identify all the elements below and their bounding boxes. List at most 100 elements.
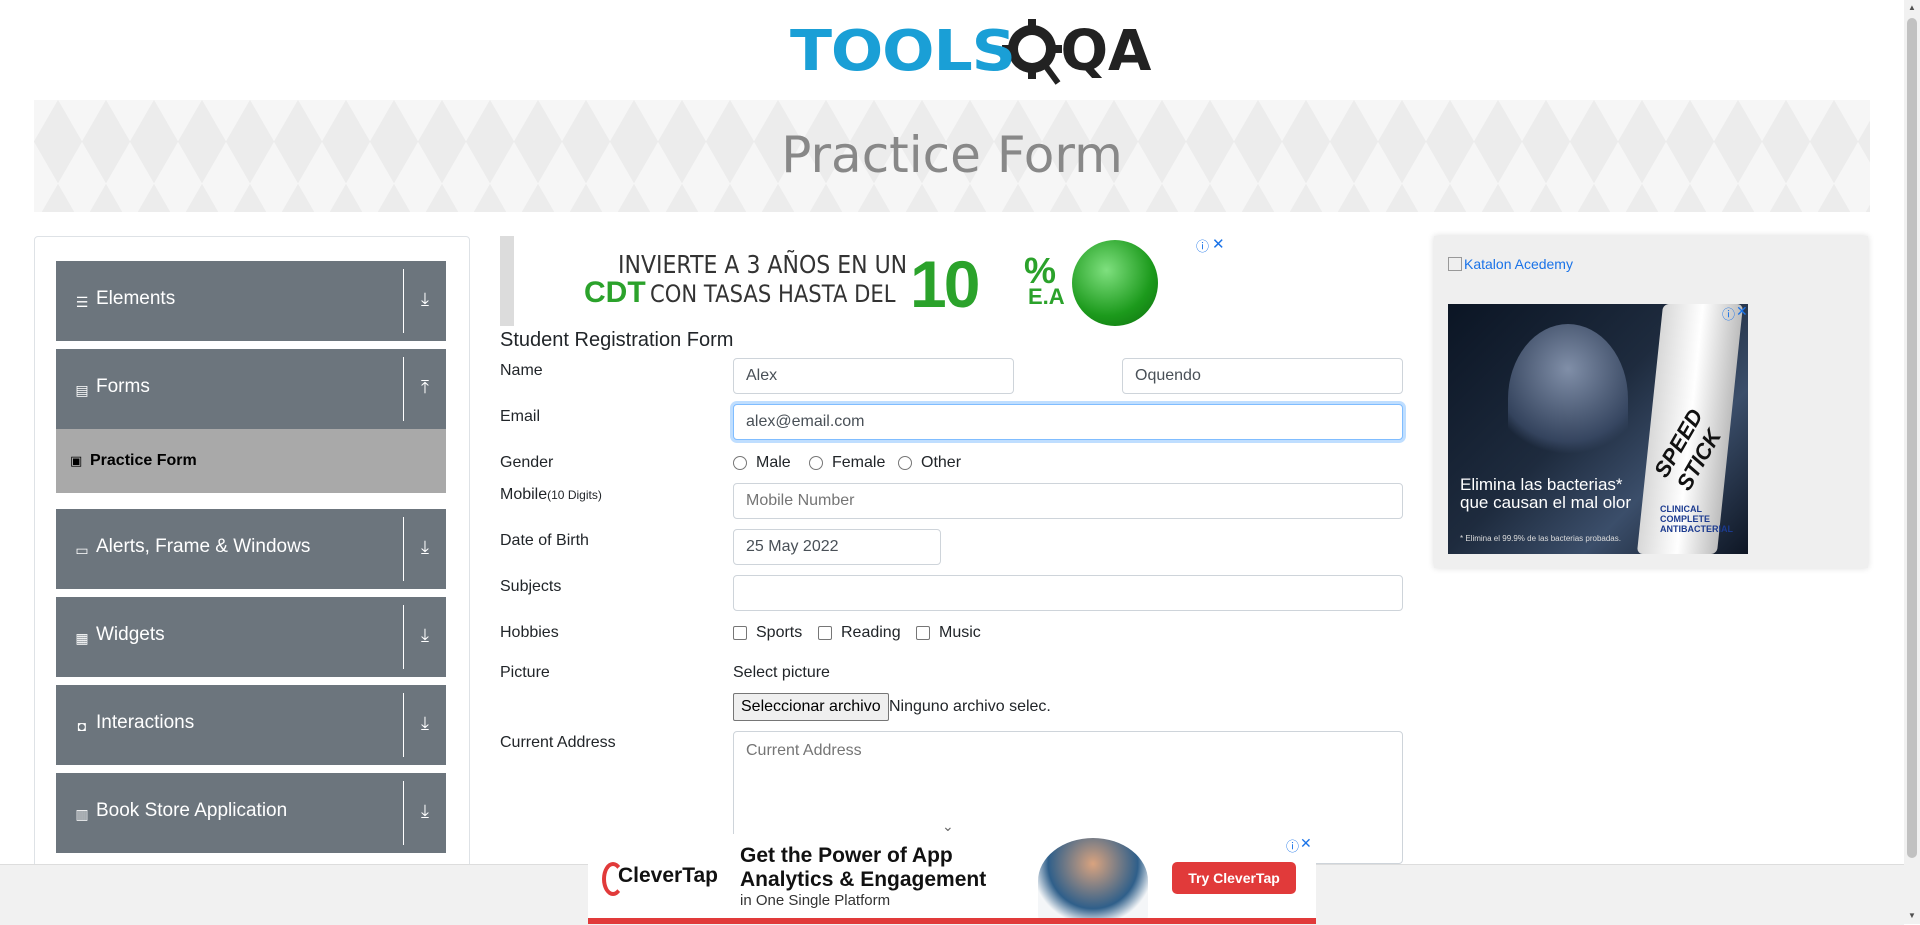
ad-disclaimer-stripe xyxy=(500,236,514,326)
sidebar-group-label: Interactions xyxy=(96,712,195,733)
sidebar-group-label: Alerts, Frame & Windows xyxy=(96,536,311,557)
scrollbar-thumb[interactable] xyxy=(1907,18,1917,858)
divider xyxy=(403,269,404,333)
right-side-ad[interactable]: Katalon Acedemy SPEED STICK CLINICAL COM… xyxy=(1434,236,1868,568)
hobby-checkbox-sports[interactable]: Sports xyxy=(733,624,802,642)
first-name-input[interactable]: Alex xyxy=(733,358,1014,394)
clevertap-logo-text: CleverTap xyxy=(618,864,718,887)
radio-label: Male xyxy=(756,454,791,471)
document-icon: ▤ xyxy=(75,381,89,398)
hobby-checkbox-reading[interactable]: Reading xyxy=(818,624,901,642)
radio-circle[interactable] xyxy=(898,456,912,470)
sidebar: ☰ Elements ⤓ ▤ Forms ⤒ ▣ Practice Form ▭… xyxy=(34,236,470,898)
address-label: Current Address xyxy=(500,734,616,751)
ad-info-icon[interactable]: ⓘ xyxy=(1722,304,1735,323)
page-header-banner: Practice Form xyxy=(34,100,1870,212)
email-input[interactable]: alex@email.com xyxy=(733,404,1403,440)
checkbox-box[interactable] xyxy=(733,626,747,640)
mobile-label-text: Mobile xyxy=(500,486,548,503)
name-label: Name xyxy=(500,362,543,379)
divider xyxy=(403,357,404,421)
ad-headline: Get the Power of App Analytics & Engagem… xyxy=(740,844,987,891)
ad-close-icon[interactable]: ✕ xyxy=(1300,835,1312,852)
toolsqa-logo[interactable]: TOOLS QA xyxy=(790,14,1151,90)
katalon-ad-link[interactable]: Katalon Acedemy xyxy=(1448,256,1573,272)
ad-ea: E.A xyxy=(1028,284,1065,309)
sidebar-group-alerts[interactable]: ▭ Alerts, Frame & Windows ⤓ xyxy=(56,509,446,589)
ad-close-icon[interactable]: ✕ xyxy=(1736,303,1748,320)
checkbox-box[interactable] xyxy=(916,626,930,640)
window-icon: ▭ xyxy=(75,541,89,558)
sidebar-group-forms[interactable]: ▤ Forms ⤒ xyxy=(56,349,446,429)
divider xyxy=(403,605,404,669)
tagline-line-1: Elimina las bacterias* xyxy=(1460,475,1623,494)
ad-info-icon[interactable]: ⓘ xyxy=(1196,236,1209,255)
product-text: CLINICAL COMPLETE ANTIBACTERIAL xyxy=(1660,504,1733,534)
sidebar-item-practice-form[interactable]: ▣ Practice Form xyxy=(56,429,446,493)
divider xyxy=(403,693,404,757)
dob-input[interactable]: 25 May 2022 xyxy=(733,529,941,565)
checkbox-label: Music xyxy=(939,624,981,641)
subjects-label: Subjects xyxy=(500,578,562,595)
try-clevertap-button[interactable]: Try CleverTap xyxy=(1172,862,1296,894)
ad-close-icon[interactable]: ✕ xyxy=(1212,235,1225,253)
divider xyxy=(403,517,404,581)
sidebar-item-label: Practice Form xyxy=(90,452,197,469)
sidebar-group-label: Book Store Application xyxy=(96,800,288,821)
interactions-icon: ◘ xyxy=(77,718,87,734)
download-icon[interactable]: ⤓ xyxy=(412,289,438,313)
file-status: Ninguno archivo selec. xyxy=(889,698,1051,715)
divider xyxy=(403,781,404,845)
hobby-checkbox-music[interactable]: Music xyxy=(916,624,981,642)
logo-text-qa: QA xyxy=(1060,19,1152,84)
ad-info-icon[interactable]: ⓘ xyxy=(1286,836,1299,855)
top-banner-ad[interactable]: INVIERTE A 3 AÑOS EN UN CDT CON TASAS HA… xyxy=(500,236,1228,326)
gender-radio-female[interactable]: Female xyxy=(809,454,885,472)
person-with-laptop-image xyxy=(1038,838,1148,924)
sidebar-group-widgets[interactable]: ▦ Widgets ⤓ xyxy=(56,597,446,677)
sidebar-group-label: Widgets xyxy=(96,624,165,645)
download-icon[interactable]: ⤓ xyxy=(412,625,438,649)
sidebar-group-book-store[interactable]: ▥ Book Store Application ⤓ xyxy=(56,773,446,853)
radio-circle[interactable] xyxy=(733,456,747,470)
scroll-up-icon[interactable]: ▲ xyxy=(1904,0,1920,16)
sidebar-group-elements[interactable]: ☰ Elements ⤓ xyxy=(56,261,446,341)
checkbox-label: Sports xyxy=(756,624,803,641)
tagline-line-2: que causan el mal olor xyxy=(1460,493,1632,512)
speed-stick-ad-image[interactable]: SPEED STICK CLINICAL COMPLETE ANTIBACTER… xyxy=(1448,304,1748,554)
ad-subheadline: in One Single Platform xyxy=(740,892,891,909)
sidebar-group-interactions[interactable]: ◘ Interactions ⤓ xyxy=(56,685,446,765)
gender-radio-male[interactable]: Male xyxy=(733,454,791,472)
picture-label: Picture xyxy=(500,664,550,681)
sidebar-group-label: Forms xyxy=(96,376,150,397)
bottom-banner-ad[interactable]: CleverTap Get the Power of App Analytics… xyxy=(588,834,1316,924)
ad-line-2: CON TASAS HASTA DEL xyxy=(650,280,896,308)
choose-file-button[interactable]: Seleccionar archivo xyxy=(733,693,889,721)
download-icon[interactable]: ⤓ xyxy=(412,713,438,737)
ad-cdt: CDT xyxy=(584,276,646,309)
last-name-input[interactable]: Oquendo xyxy=(1122,358,1403,394)
upload-icon[interactable]: ⤒ xyxy=(412,377,438,401)
radio-circle[interactable] xyxy=(809,456,823,470)
form-icon: ▣ xyxy=(70,453,83,468)
scroll-down-icon[interactable]: ▼ xyxy=(1904,908,1920,924)
checkbox-box[interactable] xyxy=(818,626,832,640)
chevron-down-icon[interactable]: ⌄ xyxy=(942,818,954,835)
page-scrollbar[interactable]: ▲ ▼ xyxy=(1904,0,1920,924)
page-title: Practice Form xyxy=(781,126,1123,184)
mobile-input[interactable]: Mobile Number xyxy=(733,483,1403,519)
books-icon: ▥ xyxy=(75,805,89,822)
gender-radio-other[interactable]: Other xyxy=(898,454,961,472)
logo-text-tools: TOOLS xyxy=(790,19,1016,84)
download-icon[interactable]: ⤓ xyxy=(412,801,438,825)
grid-icon: ▦ xyxy=(75,629,89,646)
subjects-input[interactable] xyxy=(733,575,1403,611)
sidebar-group-label: Elements xyxy=(96,288,176,309)
gender-label: Gender xyxy=(500,454,554,471)
list-icon: ☰ xyxy=(75,293,89,310)
ad-footnote: * Elimina el 99.9% de las bacterias prob… xyxy=(1460,534,1621,543)
ad-tagline: Elimina las bacterias* que causan el mal … xyxy=(1460,476,1631,512)
ad-line-1: INVIERTE A 3 AÑOS EN UN xyxy=(618,250,908,279)
mobile-label: Mobile(10 Digits) xyxy=(500,486,602,504)
download-icon[interactable]: ⤓ xyxy=(412,537,438,561)
